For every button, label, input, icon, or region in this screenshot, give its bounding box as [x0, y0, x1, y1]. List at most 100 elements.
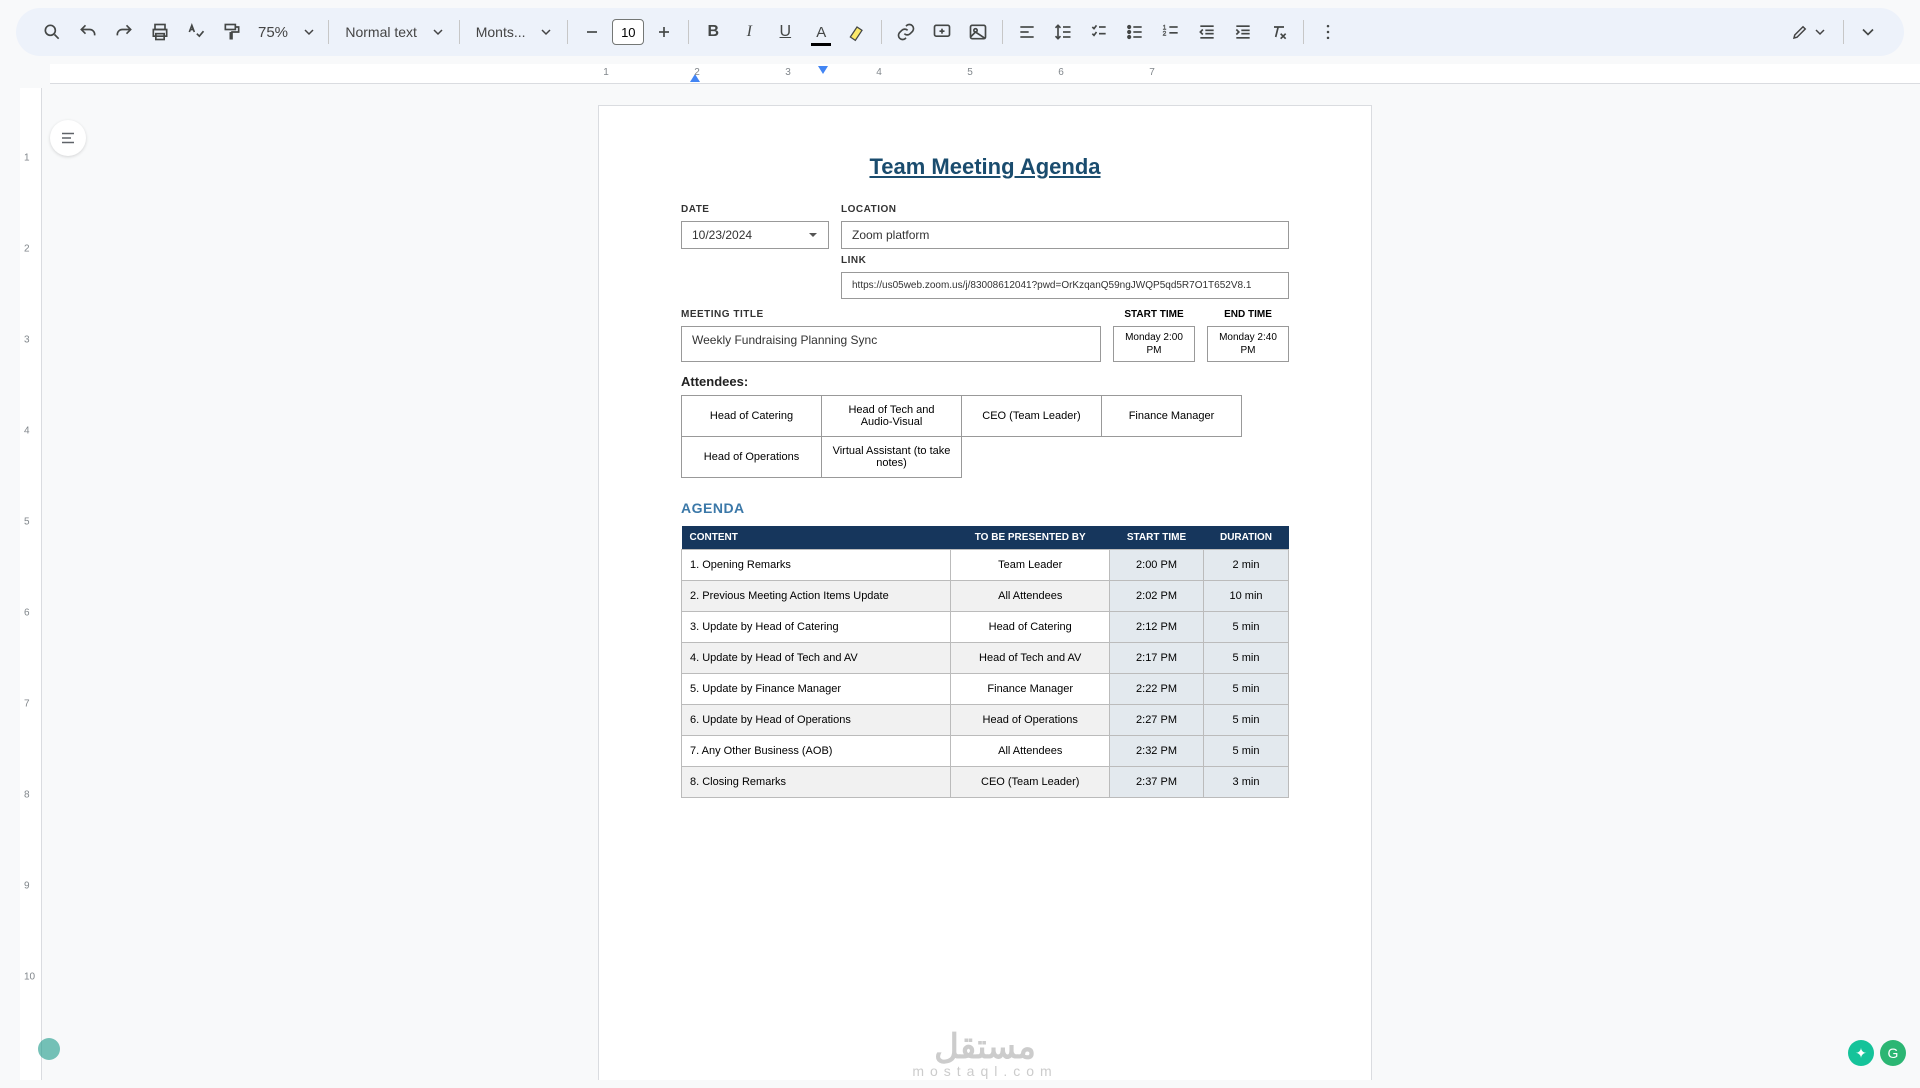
agenda-start[interactable]: 2:12 PM: [1110, 612, 1204, 643]
grammarly-badge-1[interactable]: ✦: [1848, 1040, 1874, 1066]
line-spacing-icon[interactable]: [1047, 16, 1079, 48]
clear-format-icon[interactable]: [1263, 16, 1295, 48]
bold-icon[interactable]: B: [697, 16, 729, 48]
agenda-duration[interactable]: 10 min: [1204, 581, 1289, 612]
attendee-cell[interactable]: Head of Tech and Audio-Visual: [822, 396, 962, 437]
collapse-toolbar-icon[interactable]: [1852, 16, 1884, 48]
agenda-content[interactable]: 3. Update by Head of Catering: [682, 612, 951, 643]
attendees-table[interactable]: Head of CateringHead of Tech and Audio-V…: [681, 395, 1242, 478]
agenda-content[interactable]: 4. Update by Head of Tech and AV: [682, 643, 951, 674]
more-icon[interactable]: [1312, 16, 1344, 48]
link-field[interactable]: https://us05web.zoom.us/j/83008612041?pw…: [841, 272, 1289, 299]
attendee-cell[interactable]: Head of Operations: [682, 437, 822, 478]
agenda-presenter[interactable]: Team Leader: [951, 550, 1110, 581]
agenda-row[interactable]: 5. Update by Finance ManagerFinance Mana…: [682, 674, 1289, 705]
align-icon[interactable]: [1011, 16, 1043, 48]
paragraph-style-select[interactable]: Normal text: [337, 24, 450, 40]
vertical-ruler[interactable]: 12345678910: [20, 88, 42, 1080]
agenda-presenter[interactable]: All Attendees: [951, 581, 1110, 612]
date-field[interactable]: 10/23/2024: [681, 221, 829, 249]
ruler-tick: 2: [694, 67, 700, 78]
agenda-duration[interactable]: 5 min: [1204, 705, 1289, 736]
agenda-presenter[interactable]: Head of Tech and AV: [951, 643, 1110, 674]
insert-image-icon[interactable]: [962, 16, 994, 48]
agenda-row[interactable]: 7. Any Other Business (AOB)All Attendees…: [682, 736, 1289, 767]
agenda-row[interactable]: 2. Previous Meeting Action Items UpdateA…: [682, 581, 1289, 612]
agenda-duration[interactable]: 2 min: [1204, 550, 1289, 581]
highlight-icon[interactable]: [841, 16, 873, 48]
undo-icon[interactable]: [72, 16, 104, 48]
dropdown-icon[interactable]: [808, 230, 818, 240]
agenda-duration[interactable]: 5 min: [1204, 612, 1289, 643]
agenda-duration[interactable]: 5 min: [1204, 736, 1289, 767]
bullet-list-icon[interactable]: [1119, 16, 1151, 48]
agenda-content[interactable]: 1. Opening Remarks: [682, 550, 951, 581]
font-select[interactable]: Monts...: [468, 24, 560, 40]
agenda-presenter[interactable]: All Attendees: [951, 736, 1110, 767]
document-title[interactable]: Team Meeting Agenda: [681, 154, 1289, 180]
agenda-row[interactable]: 6. Update by Head of OperationsHead of O…: [682, 705, 1289, 736]
agenda-presenter[interactable]: CEO (Team Leader): [951, 767, 1110, 798]
agenda-duration[interactable]: 3 min: [1204, 767, 1289, 798]
bottom-left-badge[interactable]: [38, 1038, 60, 1060]
document-page[interactable]: Team Meeting Agenda DATE LOCATION 10/23/…: [599, 106, 1371, 1080]
increase-font-icon[interactable]: [648, 16, 680, 48]
grammarly-badge-2[interactable]: G: [1880, 1040, 1906, 1066]
print-icon[interactable]: [144, 16, 176, 48]
agenda-presenter[interactable]: Head of Operations: [951, 705, 1110, 736]
agenda-row[interactable]: 1. Opening RemarksTeam Leader2:00 PM2 mi…: [682, 550, 1289, 581]
horizontal-ruler[interactable]: 1234567: [50, 64, 1920, 84]
spellcheck-icon[interactable]: [180, 16, 212, 48]
agenda-content[interactable]: 8. Closing Remarks: [682, 767, 951, 798]
col-presenter: TO BE PRESENTED BY: [951, 526, 1110, 550]
agenda-content[interactable]: 7. Any Other Business (AOB): [682, 736, 951, 767]
zoom-select[interactable]: 75%: [252, 24, 320, 41]
attendee-cell[interactable]: Head of Catering: [682, 396, 822, 437]
agenda-start[interactable]: 2:37 PM: [1110, 767, 1204, 798]
agenda-content[interactable]: 6. Update by Head of Operations: [682, 705, 951, 736]
decrease-font-icon[interactable]: [576, 16, 608, 48]
location-field[interactable]: Zoom platform: [841, 221, 1289, 249]
decrease-indent-icon[interactable]: [1191, 16, 1223, 48]
agenda-start[interactable]: 2:27 PM: [1110, 705, 1204, 736]
font-size-input[interactable]: [612, 19, 644, 45]
insert-link-icon[interactable]: [890, 16, 922, 48]
agenda-row[interactable]: 4. Update by Head of Tech and AVHead of …: [682, 643, 1289, 674]
search-icon[interactable]: [36, 16, 68, 48]
redo-icon[interactable]: [108, 16, 140, 48]
underline-icon[interactable]: U: [769, 16, 801, 48]
agenda-start[interactable]: 2:17 PM: [1110, 643, 1204, 674]
meeting-title-field[interactable]: Weekly Fundraising Planning Sync: [681, 326, 1101, 362]
separator: [328, 20, 329, 44]
agenda-table[interactable]: CONTENT TO BE PRESENTED BY START TIME DU…: [681, 526, 1289, 798]
paint-format-icon[interactable]: [216, 16, 248, 48]
increase-indent-icon[interactable]: [1227, 16, 1259, 48]
document-scroll-area[interactable]: Team Meeting Agenda DATE LOCATION 10/23/…: [50, 88, 1920, 1080]
left-indent-marker[interactable]: [818, 66, 828, 74]
agenda-start[interactable]: 2:00 PM: [1110, 550, 1204, 581]
agenda-content[interactable]: 2. Previous Meeting Action Items Update: [682, 581, 951, 612]
italic-icon[interactable]: I: [733, 16, 765, 48]
attendees-header: Attendees:: [681, 374, 1289, 389]
agenda-duration[interactable]: 5 min: [1204, 643, 1289, 674]
add-comment-icon[interactable]: [926, 16, 958, 48]
vruler-tick: 4: [24, 426, 30, 437]
agenda-row[interactable]: 3. Update by Head of CateringHead of Cat…: [682, 612, 1289, 643]
attendee-cell[interactable]: CEO (Team Leader): [962, 396, 1102, 437]
agenda-row[interactable]: 8. Closing RemarksCEO (Team Leader)2:37 …: [682, 767, 1289, 798]
agenda-start[interactable]: 2:02 PM: [1110, 581, 1204, 612]
numbered-list-icon[interactable]: 12: [1155, 16, 1187, 48]
agenda-start[interactable]: 2:22 PM: [1110, 674, 1204, 705]
start-time-value[interactable]: Monday 2:00 PM: [1113, 326, 1195, 362]
agenda-presenter[interactable]: Head of Catering: [951, 612, 1110, 643]
agenda-content[interactable]: 5. Update by Finance Manager: [682, 674, 951, 705]
end-time-value[interactable]: Monday 2:40 PM: [1207, 326, 1289, 362]
attendee-cell[interactable]: Virtual Assistant (to take notes): [822, 437, 962, 478]
agenda-start[interactable]: 2:32 PM: [1110, 736, 1204, 767]
checklist-icon[interactable]: [1083, 16, 1115, 48]
agenda-presenter[interactable]: Finance Manager: [951, 674, 1110, 705]
agenda-duration[interactable]: 5 min: [1204, 674, 1289, 705]
editing-mode-button[interactable]: [1781, 23, 1835, 41]
attendee-cell[interactable]: Finance Manager: [1102, 396, 1242, 437]
text-color-icon[interactable]: A: [805, 16, 837, 48]
